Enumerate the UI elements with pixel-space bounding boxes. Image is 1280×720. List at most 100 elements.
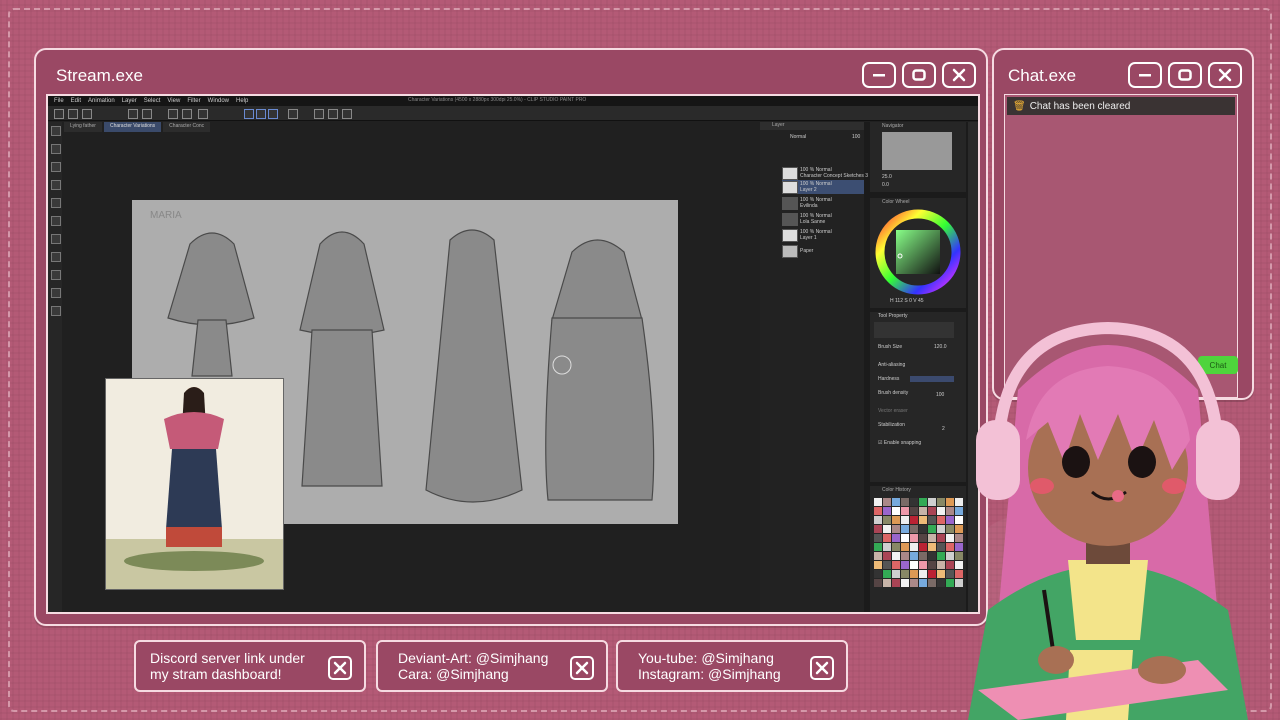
color-swatch[interactable] [892,534,900,542]
color-swatch[interactable] [910,552,918,560]
undo-icon[interactable] [128,109,138,119]
color-swatch[interactable] [910,543,918,551]
brush-size-value[interactable]: 120.0 [934,344,947,350]
color-swatch[interactable] [901,534,909,542]
select-tool-icon[interactable] [51,162,61,172]
navigator-zoom[interactable]: 25.0 [882,174,892,180]
color-swatch[interactable] [919,534,927,542]
brush-tool-icon[interactable] [51,234,61,244]
color-swatch[interactable] [937,570,945,578]
color-swatch[interactable] [937,534,945,542]
color-swatch[interactable] [910,570,918,578]
color-swatch[interactable] [937,507,945,515]
color-swatch[interactable] [910,498,918,506]
color-swatch[interactable] [946,534,954,542]
color-swatch[interactable] [874,525,882,533]
menu-layer[interactable]: Layer [122,98,137,104]
snap-ruler-icon[interactable] [244,109,254,119]
layer-row[interactable]: Paper [782,244,864,258]
color-swatch[interactable] [946,525,954,533]
color-swatch[interactable] [883,552,891,560]
color-swatch[interactable] [901,498,909,506]
layer-row[interactable]: 100 % Normal Evilinda [782,196,864,210]
color-swatch[interactable] [919,543,927,551]
menu-select[interactable]: Select [144,98,161,104]
color-swatch[interactable] [928,516,936,524]
color-swatch[interactable] [892,525,900,533]
color-swatch[interactable] [937,579,945,587]
stabilization-value[interactable]: 2 [942,426,945,432]
color-swatch[interactable] [928,543,936,551]
settings-icon[interactable] [288,109,298,119]
menu-file[interactable]: File [54,98,64,104]
snap-grid-icon[interactable] [268,109,278,119]
color-swatch[interactable] [928,570,936,578]
color-swatch[interactable] [928,534,936,542]
color-swatch[interactable] [901,516,909,524]
color-swatch[interactable] [892,498,900,506]
layer-row[interactable]: 100 % Normal Layer 1 [782,228,864,242]
menu-edit[interactable]: Edit [71,98,81,104]
layer-row[interactable]: 100 % Normal Lola Sanne [782,212,864,226]
color-swatch[interactable] [919,516,927,524]
color-swatch[interactable] [910,516,918,524]
tab-character-concept[interactable]: Character Conc [163,122,211,132]
color-swatch[interactable] [901,525,909,533]
color-swatch[interactable] [928,561,936,569]
color-swatch[interactable] [946,552,954,560]
color-swatch[interactable] [919,579,927,587]
transform-icon[interactable] [168,109,178,119]
color-swatch[interactable] [919,507,927,515]
color-swatch[interactable] [901,507,909,515]
menu-help[interactable]: Help [236,98,248,104]
color-swatch[interactable] [883,570,891,578]
color-swatch[interactable] [901,561,909,569]
color-swatch[interactable] [892,570,900,578]
layer-mask-icon[interactable] [328,109,338,119]
menu-filter[interactable]: Filter [187,98,200,104]
color-swatch[interactable] [874,534,882,542]
close-button[interactable] [328,656,352,680]
color-swatch[interactable] [919,525,927,533]
color-swatch[interactable] [883,507,891,515]
color-swatch[interactable] [874,507,882,515]
close-button[interactable] [570,656,594,680]
hardness-slider[interactable] [910,376,954,382]
minimize-button[interactable] [1128,62,1162,88]
fill-tool-icon[interactable] [51,270,61,280]
color-swatch[interactable] [901,570,909,578]
color-swatch[interactable] [892,579,900,587]
color-wheel[interactable] [870,206,966,306]
layer-row-selected[interactable]: 100 % Normal Layer 2 [782,180,864,194]
color-swatch[interactable] [937,525,945,533]
color-swatch[interactable] [892,561,900,569]
color-swatch[interactable] [910,525,918,533]
color-swatch[interactable] [910,579,918,587]
color-swatches[interactable] [874,498,963,587]
gradient-tool-icon[interactable] [51,288,61,298]
open-icon[interactable] [68,109,78,119]
color-swatch[interactable] [874,561,882,569]
color-swatch[interactable] [883,543,891,551]
color-swatch[interactable] [892,516,900,524]
menu-view[interactable]: View [167,98,180,104]
color-swatch[interactable] [883,498,891,506]
color-swatch[interactable] [946,561,954,569]
close-button[interactable] [942,62,976,88]
color-swatch[interactable] [937,516,945,524]
color-swatch[interactable] [883,516,891,524]
tab-character-variations[interactable]: Character Variations [103,122,162,132]
color-swatch[interactable] [910,507,918,515]
layer-icon[interactable] [314,109,324,119]
text-tool-icon[interactable] [51,306,61,316]
save-icon[interactable] [82,109,92,119]
blend-mode-select[interactable]: Normal [790,134,806,140]
color-swatch[interactable] [946,507,954,515]
enable-snapping-checkbox[interactable]: ☑ Enable snapping [878,440,921,446]
color-swatch[interactable] [883,561,891,569]
color-swatch[interactable] [919,552,927,560]
redo-icon[interactable] [142,109,152,119]
color-swatch[interactable] [874,579,882,587]
lasso-tool-icon[interactable] [51,180,61,190]
layer-opacity-value[interactable]: 100 [852,134,860,140]
